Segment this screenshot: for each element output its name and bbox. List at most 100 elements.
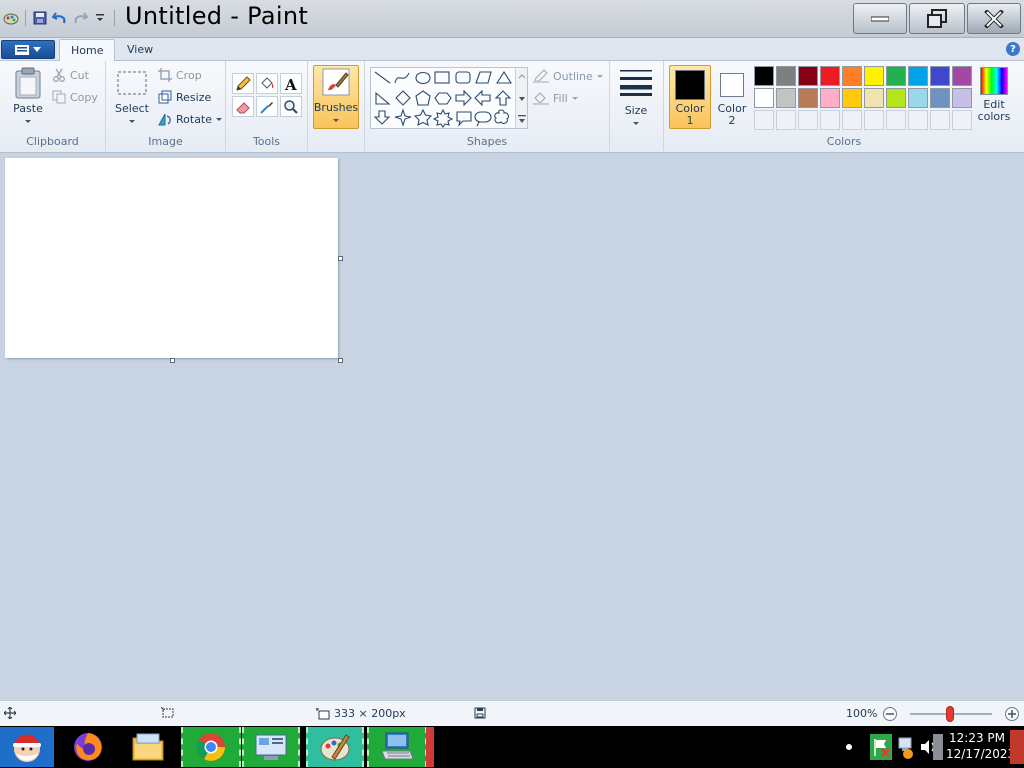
zoom-out-button[interactable] xyxy=(883,707,897,721)
color2-button[interactable]: Color 2 xyxy=(711,65,753,129)
network-icon[interactable] xyxy=(896,734,916,760)
palette-color-swatch[interactable] xyxy=(754,66,774,86)
size-group: Size xyxy=(610,61,664,151)
palette-color-swatch[interactable] xyxy=(798,88,818,108)
shapes-gallery-icons[interactable] xyxy=(373,69,513,129)
control-panel-taskbar-button[interactable] xyxy=(242,727,300,767)
fill-button[interactable]: Fill xyxy=(533,91,578,105)
action-center-flag-icon[interactable] xyxy=(870,734,892,760)
palette-custom-slot[interactable] xyxy=(952,110,972,130)
palette-custom-slot[interactable] xyxy=(776,110,796,130)
qat-customize-dropdown-icon[interactable] xyxy=(91,9,109,27)
brushes-button[interactable]: Brushes xyxy=(313,65,359,129)
select-dropdown-icon[interactable] xyxy=(129,120,135,123)
redo-icon[interactable] xyxy=(71,9,89,27)
palette-color-swatch[interactable] xyxy=(864,88,884,108)
resize-handle-bottom[interactable] xyxy=(170,358,175,363)
save-icon[interactable] xyxy=(31,9,49,27)
chrome-icon xyxy=(197,733,225,761)
size-button[interactable]: Size xyxy=(617,67,655,125)
palette-custom-slot[interactable] xyxy=(754,110,774,130)
edit-colors-button[interactable]: Edit colors xyxy=(975,67,1013,123)
show-desktop-button[interactable] xyxy=(1010,730,1024,764)
palette-color-swatch[interactable] xyxy=(908,88,928,108)
palette-color-swatch[interactable] xyxy=(886,66,906,86)
copy-button[interactable]: Copy xyxy=(52,90,98,104)
minimize-button[interactable] xyxy=(853,3,907,34)
palette-color-swatch[interactable] xyxy=(776,66,796,86)
fill-tool[interactable] xyxy=(256,73,278,94)
shapes-gallery-scrollbar[interactable] xyxy=(515,68,527,128)
file-explorer-taskbar-button[interactable] xyxy=(128,727,168,767)
palette-color-swatch[interactable] xyxy=(908,66,928,86)
palette-color-swatch[interactable] xyxy=(776,88,796,108)
pencil-tool[interactable] xyxy=(232,73,254,94)
crop-button[interactable]: Crop xyxy=(158,68,202,82)
tab-view[interactable]: View xyxy=(116,39,164,61)
cut-button[interactable]: Cut xyxy=(52,68,89,82)
palette-color-swatch[interactable] xyxy=(820,88,840,108)
select-button[interactable]: Select xyxy=(112,69,152,123)
file-size xyxy=(474,707,486,719)
palette-custom-slot[interactable] xyxy=(886,110,906,130)
rotate-dropdown-icon[interactable] xyxy=(216,117,223,121)
palette-custom-slot[interactable] xyxy=(842,110,862,130)
palette-color-swatch[interactable] xyxy=(930,66,950,86)
crop-label: Crop xyxy=(176,68,202,82)
palette-custom-slot[interactable] xyxy=(864,110,884,130)
undo-icon[interactable] xyxy=(51,9,69,27)
palette-custom-slot[interactable] xyxy=(820,110,840,130)
palette-color-swatch[interactable] xyxy=(820,66,840,86)
resize-handle-corner[interactable] xyxy=(338,358,343,363)
paint-menu-button[interactable] xyxy=(1,40,55,59)
canvas-workspace[interactable] xyxy=(0,153,1024,700)
palette-color-swatch[interactable] xyxy=(754,88,774,108)
outline-button[interactable]: Outline xyxy=(533,69,603,83)
chrome-taskbar-button[interactable] xyxy=(181,727,241,767)
paste-button[interactable]: Paste xyxy=(8,67,48,123)
drawing-canvas[interactable] xyxy=(5,158,338,358)
palette-color-swatch[interactable] xyxy=(952,88,972,108)
color-picker-tool[interactable] xyxy=(256,96,278,117)
palette-custom-slot[interactable] xyxy=(798,110,818,130)
magnifier-tool[interactable] xyxy=(280,96,302,117)
clock-time: 12:23 PM xyxy=(949,731,1005,745)
palette-color-swatch[interactable] xyxy=(930,88,950,108)
palette-custom-slot[interactable] xyxy=(930,110,950,130)
firefox-taskbar-button[interactable] xyxy=(68,727,108,767)
text-tool[interactable]: A xyxy=(280,73,302,94)
paint-app-icon[interactable] xyxy=(2,9,20,27)
resize-handle-right[interactable] xyxy=(338,256,343,261)
palette-color-swatch[interactable] xyxy=(798,66,818,86)
palette-color-swatch[interactable] xyxy=(842,88,862,108)
computer-keyboard-icon xyxy=(381,732,414,760)
rotate-button[interactable]: Rotate xyxy=(158,112,223,126)
palette-color-swatch[interactable] xyxy=(952,66,972,86)
color1-button[interactable]: Color 1 xyxy=(669,65,711,129)
eraser-tool[interactable] xyxy=(232,96,254,117)
palette-color-swatch[interactable] xyxy=(886,88,906,108)
tab-home[interactable]: Home xyxy=(59,39,116,62)
close-button[interactable] xyxy=(967,3,1021,34)
resize-button[interactable]: Resize xyxy=(158,90,211,104)
remote-desktop-taskbar-button[interactable] xyxy=(367,727,427,767)
tools-group-label: Tools xyxy=(252,135,281,148)
palette-color-swatch[interactable] xyxy=(842,66,862,86)
zoom-slider-thumb[interactable] xyxy=(946,706,954,722)
palette-color-swatch[interactable] xyxy=(864,66,884,86)
restore-button[interactable] xyxy=(909,3,965,34)
taskbar-clock[interactable]: 12:23 PM 12/17/2023 xyxy=(946,730,1015,762)
brushes-dropdown-icon[interactable] xyxy=(333,119,339,122)
zoom-in-button[interactable] xyxy=(1005,707,1019,721)
size-dropdown-icon[interactable] xyxy=(633,122,639,125)
palette-custom-slot[interactable] xyxy=(908,110,928,130)
restore-icon xyxy=(927,8,947,28)
help-icon[interactable]: ? xyxy=(1006,42,1020,56)
edit-colors-icon xyxy=(980,67,1008,95)
canvas-size-text: 333 × 200px xyxy=(334,707,406,720)
paint-taskbar-button[interactable] xyxy=(306,727,364,767)
start-button[interactable] xyxy=(0,727,54,767)
tray-dot-icon[interactable] xyxy=(846,744,852,750)
paste-dropdown-icon[interactable] xyxy=(25,120,31,123)
resize-icon xyxy=(158,90,172,104)
